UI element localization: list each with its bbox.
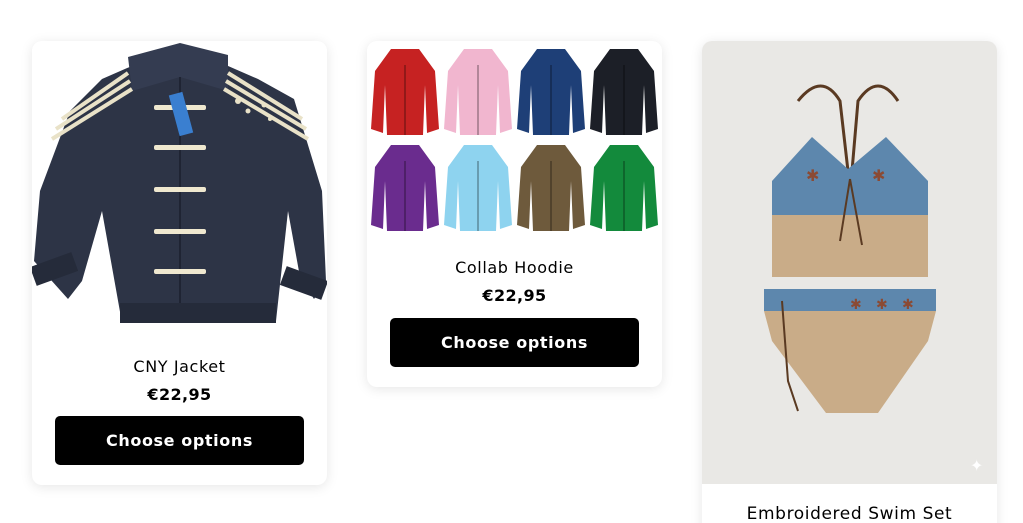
choose-options-button[interactable]: Choose options xyxy=(390,318,639,367)
product-card-embroidered-swim-set[interactable]: ✱ ✱ ✱ ✱ ✱ ✦ Embroidered Swim Set xyxy=(702,41,997,523)
svg-text:✱: ✱ xyxy=(872,166,885,185)
product-card-collab-hoodie[interactable]: Collab Hoodie €22,95 Choose options xyxy=(367,41,662,387)
svg-text:✱: ✱ xyxy=(902,297,914,313)
product-grid: CNY Jacket €22,95 Choose options Collab … xyxy=(0,0,1023,523)
svg-text:✱: ✱ xyxy=(876,297,888,313)
product-price: €22,95 xyxy=(482,286,547,305)
product-image-swim-set[interactable]: ✱ ✱ ✱ ✱ ✱ ✦ xyxy=(702,41,997,484)
product-price: €22,95 xyxy=(147,385,212,404)
product-image-cny-jacket[interactable] xyxy=(32,41,327,341)
product-title[interactable]: Collab Hoodie xyxy=(367,258,662,277)
svg-text:✱: ✱ xyxy=(850,297,862,313)
product-title[interactable]: Embroidered Swim Set xyxy=(702,504,997,523)
product-title[interactable]: CNY Jacket xyxy=(32,357,327,376)
product-image-collab-hoodie[interactable] xyxy=(367,41,662,241)
svg-text:✦: ✦ xyxy=(970,456,983,475)
product-card-cny-jacket[interactable]: CNY Jacket €22,95 Choose options xyxy=(32,41,327,485)
choose-options-button[interactable]: Choose options xyxy=(55,416,304,465)
svg-text:✱: ✱ xyxy=(806,166,819,185)
